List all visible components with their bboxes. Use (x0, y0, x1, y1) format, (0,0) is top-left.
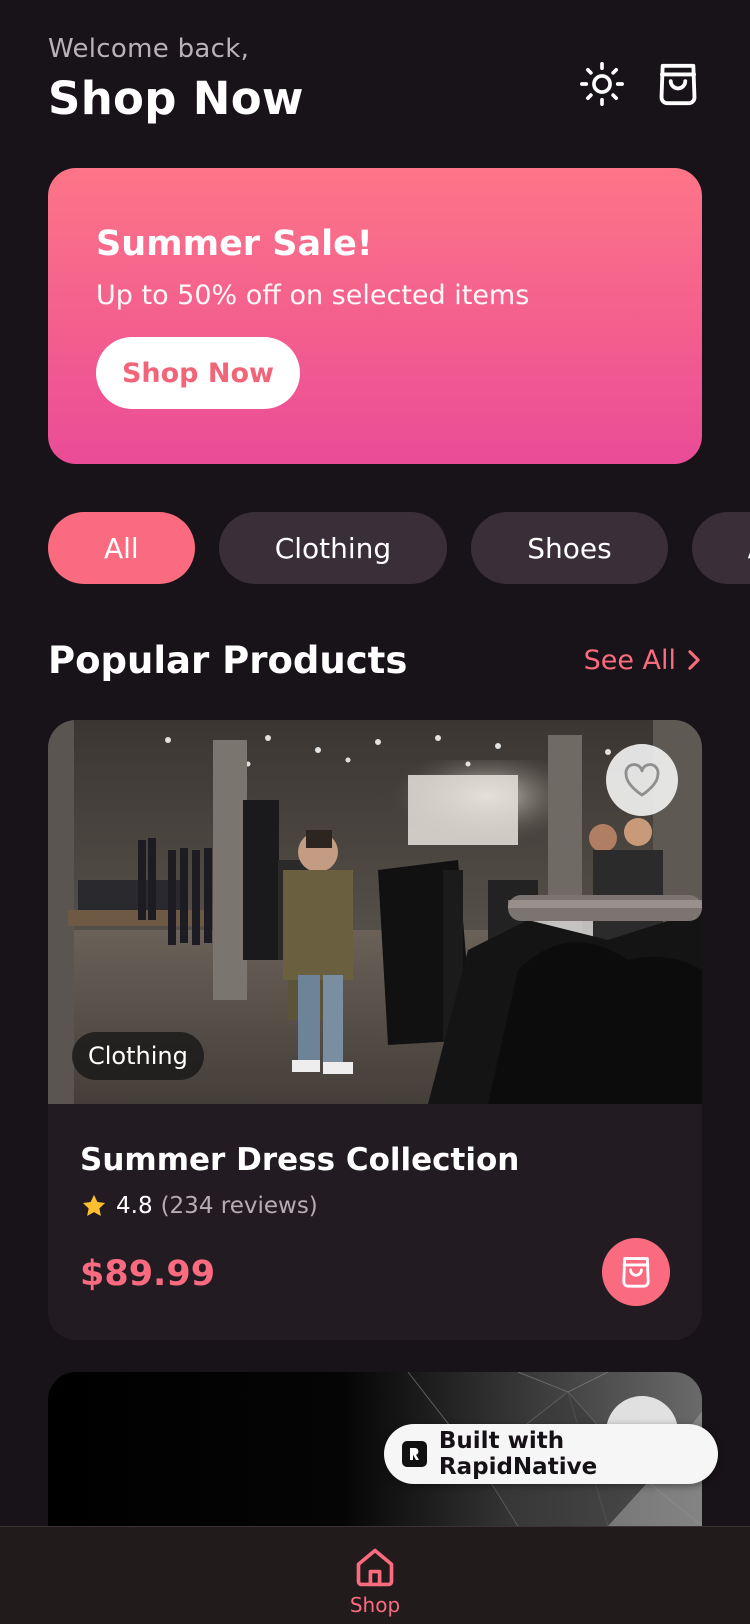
category-chip-clothing[interactable]: Clothing (218, 512, 448, 584)
tab-shop[interactable]: Shop (335, 1545, 415, 1617)
see-all-link[interactable]: See All (584, 645, 702, 676)
shopping-bag-icon (659, 63, 697, 106)
rating-value: 4.8 (116, 1193, 153, 1219)
header: Welcome back, Shop Now (48, 34, 702, 134)
banner-title: Summer Sale! (96, 224, 373, 264)
product-rating: 4.8 (234 reviews) (80, 1192, 670, 1220)
built-with-label: Built with RapidNative (438, 1428, 598, 1480)
cart-button[interactable] (654, 60, 702, 108)
section-title: Popular Products (48, 638, 408, 682)
product-price: $89.99 (80, 1254, 216, 1294)
category-chip-shoes[interactable]: Shoes (471, 512, 668, 584)
theme-toggle-button[interactable] (578, 60, 626, 108)
promo-banner: Summer Sale! Up to 50% off on selected i… (48, 168, 702, 464)
chevron-right-icon (688, 650, 700, 670)
built-with-badge[interactable]: Built with RapidNative (384, 1424, 718, 1484)
category-filter: All Clothing Shoes Accessories (48, 512, 750, 584)
add-to-cart-button[interactable] (602, 1238, 670, 1306)
home-icon (356, 1548, 394, 1587)
rapidnative-logo-icon (402, 1441, 427, 1467)
tab-shop-label: Shop (349, 1593, 401, 1617)
product-name: Summer Dress Collection (80, 1142, 520, 1178)
star-icon (82, 1194, 106, 1217)
bottom-tab-bar: Shop (0, 1526, 750, 1624)
product-info: Summer Dress Collection 4.8 (234 reviews… (48, 1104, 702, 1340)
popular-products-header: Popular Products See All (48, 632, 702, 688)
shop-now-button[interactable]: Shop Now (96, 337, 300, 409)
product-image: Clothing (48, 720, 702, 1104)
category-chip-all[interactable]: All (48, 512, 195, 584)
shopping-bag-icon (622, 1257, 650, 1288)
header-actions (578, 60, 702, 108)
product-card[interactable]: Clothing Summer Dress Collection 4.8 (23… (48, 720, 702, 1340)
sun-icon (580, 62, 624, 106)
banner-subtitle: Up to 50% off on selected items (96, 280, 530, 311)
review-count: (234 reviews) (160, 1193, 318, 1219)
see-all-label: See All (583, 644, 676, 676)
favorite-button[interactable] (606, 744, 678, 816)
heart-icon (624, 763, 660, 797)
category-badge: Clothing (72, 1032, 204, 1080)
category-chip-accessories[interactable]: Accessories (691, 512, 750, 584)
